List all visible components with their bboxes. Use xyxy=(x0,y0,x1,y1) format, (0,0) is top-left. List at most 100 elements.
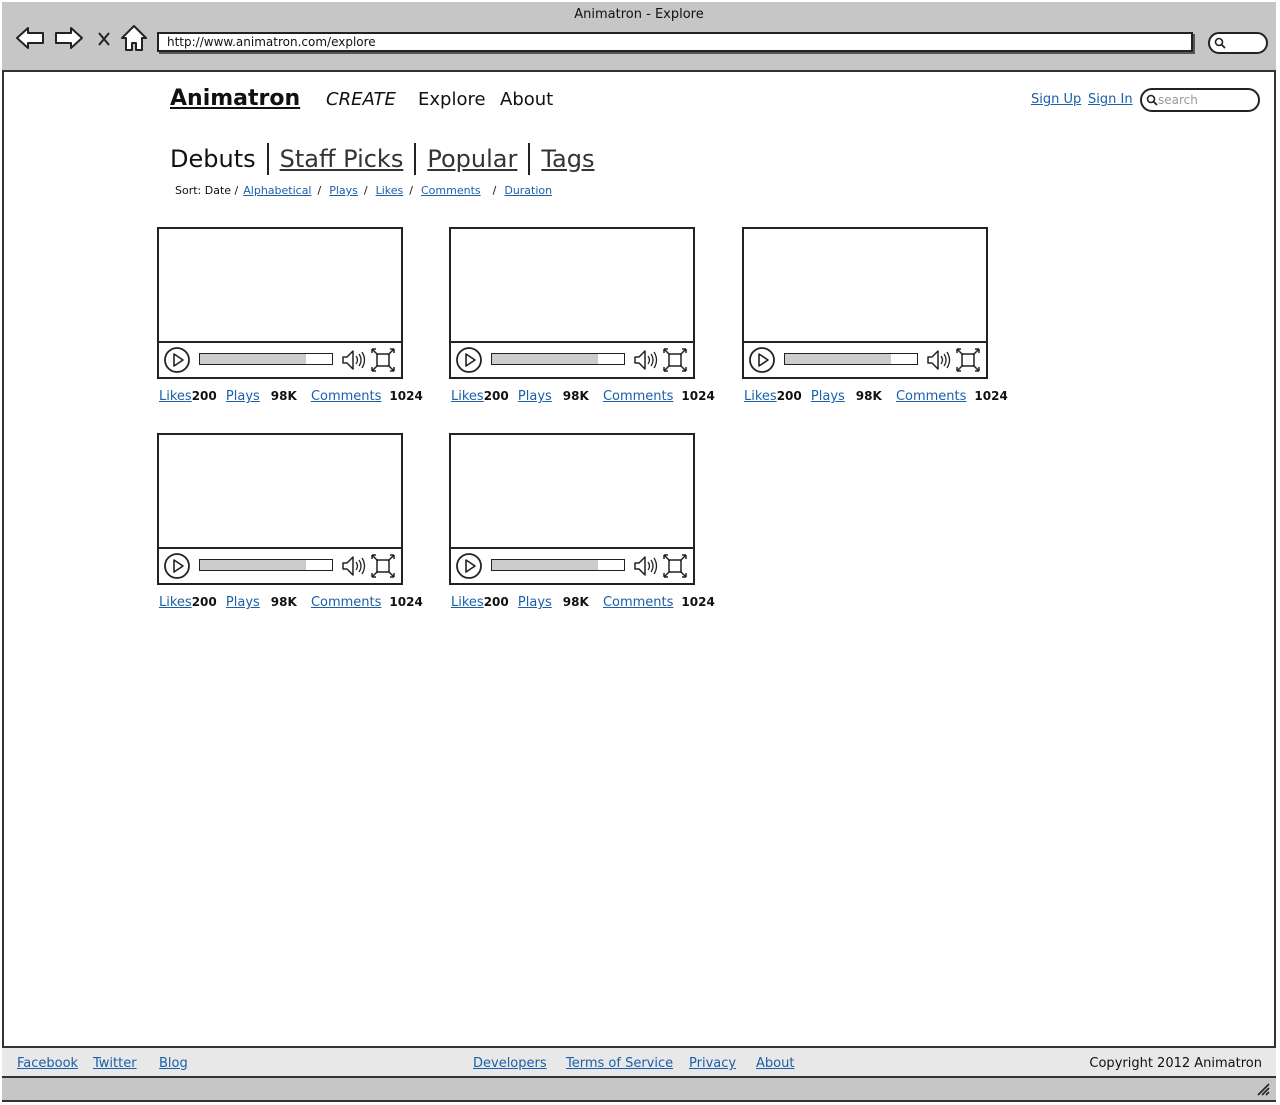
sort-separator: / xyxy=(409,184,413,197)
progress-bar[interactable] xyxy=(199,353,333,365)
progress-fill xyxy=(492,354,598,364)
progress-bar[interactable] xyxy=(199,559,333,571)
back-arrow-icon[interactable] xyxy=(14,22,46,54)
play-icon[interactable] xyxy=(455,346,483,374)
comments-link[interactable]: Comments xyxy=(603,595,673,610)
fullscreen-icon[interactable] xyxy=(371,348,395,372)
likes-link[interactable]: Likes xyxy=(451,595,484,610)
plays-count: 98K xyxy=(270,389,297,403)
site-logo[interactable]: Animatron xyxy=(170,86,300,111)
search-input[interactable] xyxy=(1158,91,1254,109)
comments-count: 1024 xyxy=(974,389,1008,403)
play-icon[interactable] xyxy=(163,552,191,580)
volume-icon[interactable] xyxy=(633,554,659,578)
resize-grip-icon[interactable] xyxy=(1256,1082,1270,1096)
volume-icon[interactable] xyxy=(341,554,367,578)
progress-bar[interactable] xyxy=(491,559,625,571)
play-icon[interactable] xyxy=(748,346,776,374)
volume-icon[interactable] xyxy=(341,348,367,372)
sort-duration[interactable]: Duration xyxy=(504,184,552,197)
footer-terms-link[interactable]: Terms of Service xyxy=(566,1056,673,1071)
home-icon[interactable] xyxy=(118,22,150,54)
sort-label: Sort: Date / xyxy=(175,184,239,197)
sort-separator: / xyxy=(492,184,497,197)
video-card: Likes200 Plays 98K Comments 1024 xyxy=(157,433,423,623)
plays-link[interactable]: Plays xyxy=(226,595,260,610)
tab-debuts[interactable]: Debuts xyxy=(170,145,256,173)
sort-likes[interactable]: Likes xyxy=(376,184,404,197)
comments-count: 1024 xyxy=(389,389,423,403)
footer-developers-link[interactable]: Developers xyxy=(473,1056,547,1071)
footer-twitter-link[interactable]: Twitter xyxy=(93,1056,137,1071)
plays-count: 98K xyxy=(562,595,589,609)
sort-alphabetical[interactable]: Alphabetical xyxy=(243,184,311,197)
video-stats: Likes200 Plays 98K Comments 1024 xyxy=(744,389,1008,404)
video-stats: Likes200 Plays 98K Comments 1024 xyxy=(451,389,715,404)
browser-search-field[interactable] xyxy=(1208,32,1268,54)
video-player[interactable] xyxy=(157,227,403,379)
comments-link[interactable]: Comments xyxy=(603,389,673,404)
forward-arrow-icon[interactable] xyxy=(53,22,85,54)
comments-link[interactable]: Comments xyxy=(896,389,966,404)
sort-bar: Sort: Date / Alphabetical / Plays / Like… xyxy=(175,184,552,197)
plays-link[interactable]: Plays xyxy=(226,389,260,404)
plays-link[interactable]: Plays xyxy=(518,389,552,404)
tab-divider xyxy=(414,143,417,175)
fullscreen-icon[interactable] xyxy=(663,348,687,372)
footer-privacy-link[interactable]: Privacy xyxy=(689,1056,736,1071)
comments-link[interactable]: Comments xyxy=(311,595,381,610)
search-icon xyxy=(1146,94,1158,106)
likes-count: 200 xyxy=(191,389,217,403)
video-player[interactable] xyxy=(157,433,403,585)
likes-link[interactable]: Likes xyxy=(744,389,777,404)
tab-tags[interactable]: Tags xyxy=(541,145,594,173)
plays-link[interactable]: Plays xyxy=(811,389,845,404)
site-search-field[interactable] xyxy=(1140,88,1260,112)
player-controls xyxy=(451,547,693,583)
comments-count: 1024 xyxy=(389,595,423,609)
progress-fill xyxy=(492,560,598,570)
explore-tabs: Debuts Staff Picks Popular Tags xyxy=(170,143,594,175)
sign-in-link[interactable]: Sign In xyxy=(1088,92,1133,107)
volume-icon[interactable] xyxy=(926,348,952,372)
play-icon[interactable] xyxy=(455,552,483,580)
fullscreen-icon[interactable] xyxy=(663,554,687,578)
sign-up-link[interactable]: Sign Up xyxy=(1031,92,1081,107)
fullscreen-icon[interactable] xyxy=(371,554,395,578)
likes-count: 200 xyxy=(191,595,217,609)
comments-link[interactable]: Comments xyxy=(311,389,381,404)
sort-comments[interactable]: Comments xyxy=(421,184,481,197)
comments-count: 1024 xyxy=(681,595,715,609)
nav-explore[interactable]: Explore xyxy=(418,89,486,110)
close-x-icon[interactable] xyxy=(88,22,120,54)
plays-link[interactable]: Plays xyxy=(518,595,552,610)
video-player[interactable] xyxy=(449,227,695,379)
site-footer: Facebook Twitter Blog Developers Terms o… xyxy=(2,1046,1276,1078)
progress-fill xyxy=(785,354,891,364)
nav-about[interactable]: About xyxy=(500,89,553,110)
video-card: Likes200 Plays 98K Comments 1024 xyxy=(449,227,715,417)
likes-link[interactable]: Likes xyxy=(159,595,192,610)
progress-bar[interactable] xyxy=(491,353,625,365)
fullscreen-icon[interactable] xyxy=(956,348,980,372)
likes-count: 200 xyxy=(776,389,802,403)
likes-link[interactable]: Likes xyxy=(159,389,192,404)
footer-about-link[interactable]: About xyxy=(756,1056,794,1071)
browser-toolbar: Animatron - Explore http://www.animatron… xyxy=(2,2,1276,72)
video-player[interactable] xyxy=(449,433,695,585)
tab-popular[interactable]: Popular xyxy=(427,145,517,173)
nav-create[interactable]: CREATE xyxy=(326,89,396,110)
player-controls xyxy=(451,341,693,377)
footer-blog-link[interactable]: Blog xyxy=(159,1056,188,1071)
progress-fill xyxy=(200,354,306,364)
address-bar[interactable]: http://www.animatron.com/explore xyxy=(157,32,1193,52)
likes-link[interactable]: Likes xyxy=(451,389,484,404)
play-icon[interactable] xyxy=(163,346,191,374)
footer-facebook-link[interactable]: Facebook xyxy=(17,1056,78,1071)
video-player[interactable] xyxy=(742,227,988,379)
volume-icon[interactable] xyxy=(633,348,659,372)
progress-bar[interactable] xyxy=(784,353,918,365)
sort-plays[interactable]: Plays xyxy=(329,184,358,197)
video-card: Likes200 Plays 98K Comments 1024 xyxy=(157,227,423,417)
tab-staff-picks[interactable]: Staff Picks xyxy=(280,145,404,173)
